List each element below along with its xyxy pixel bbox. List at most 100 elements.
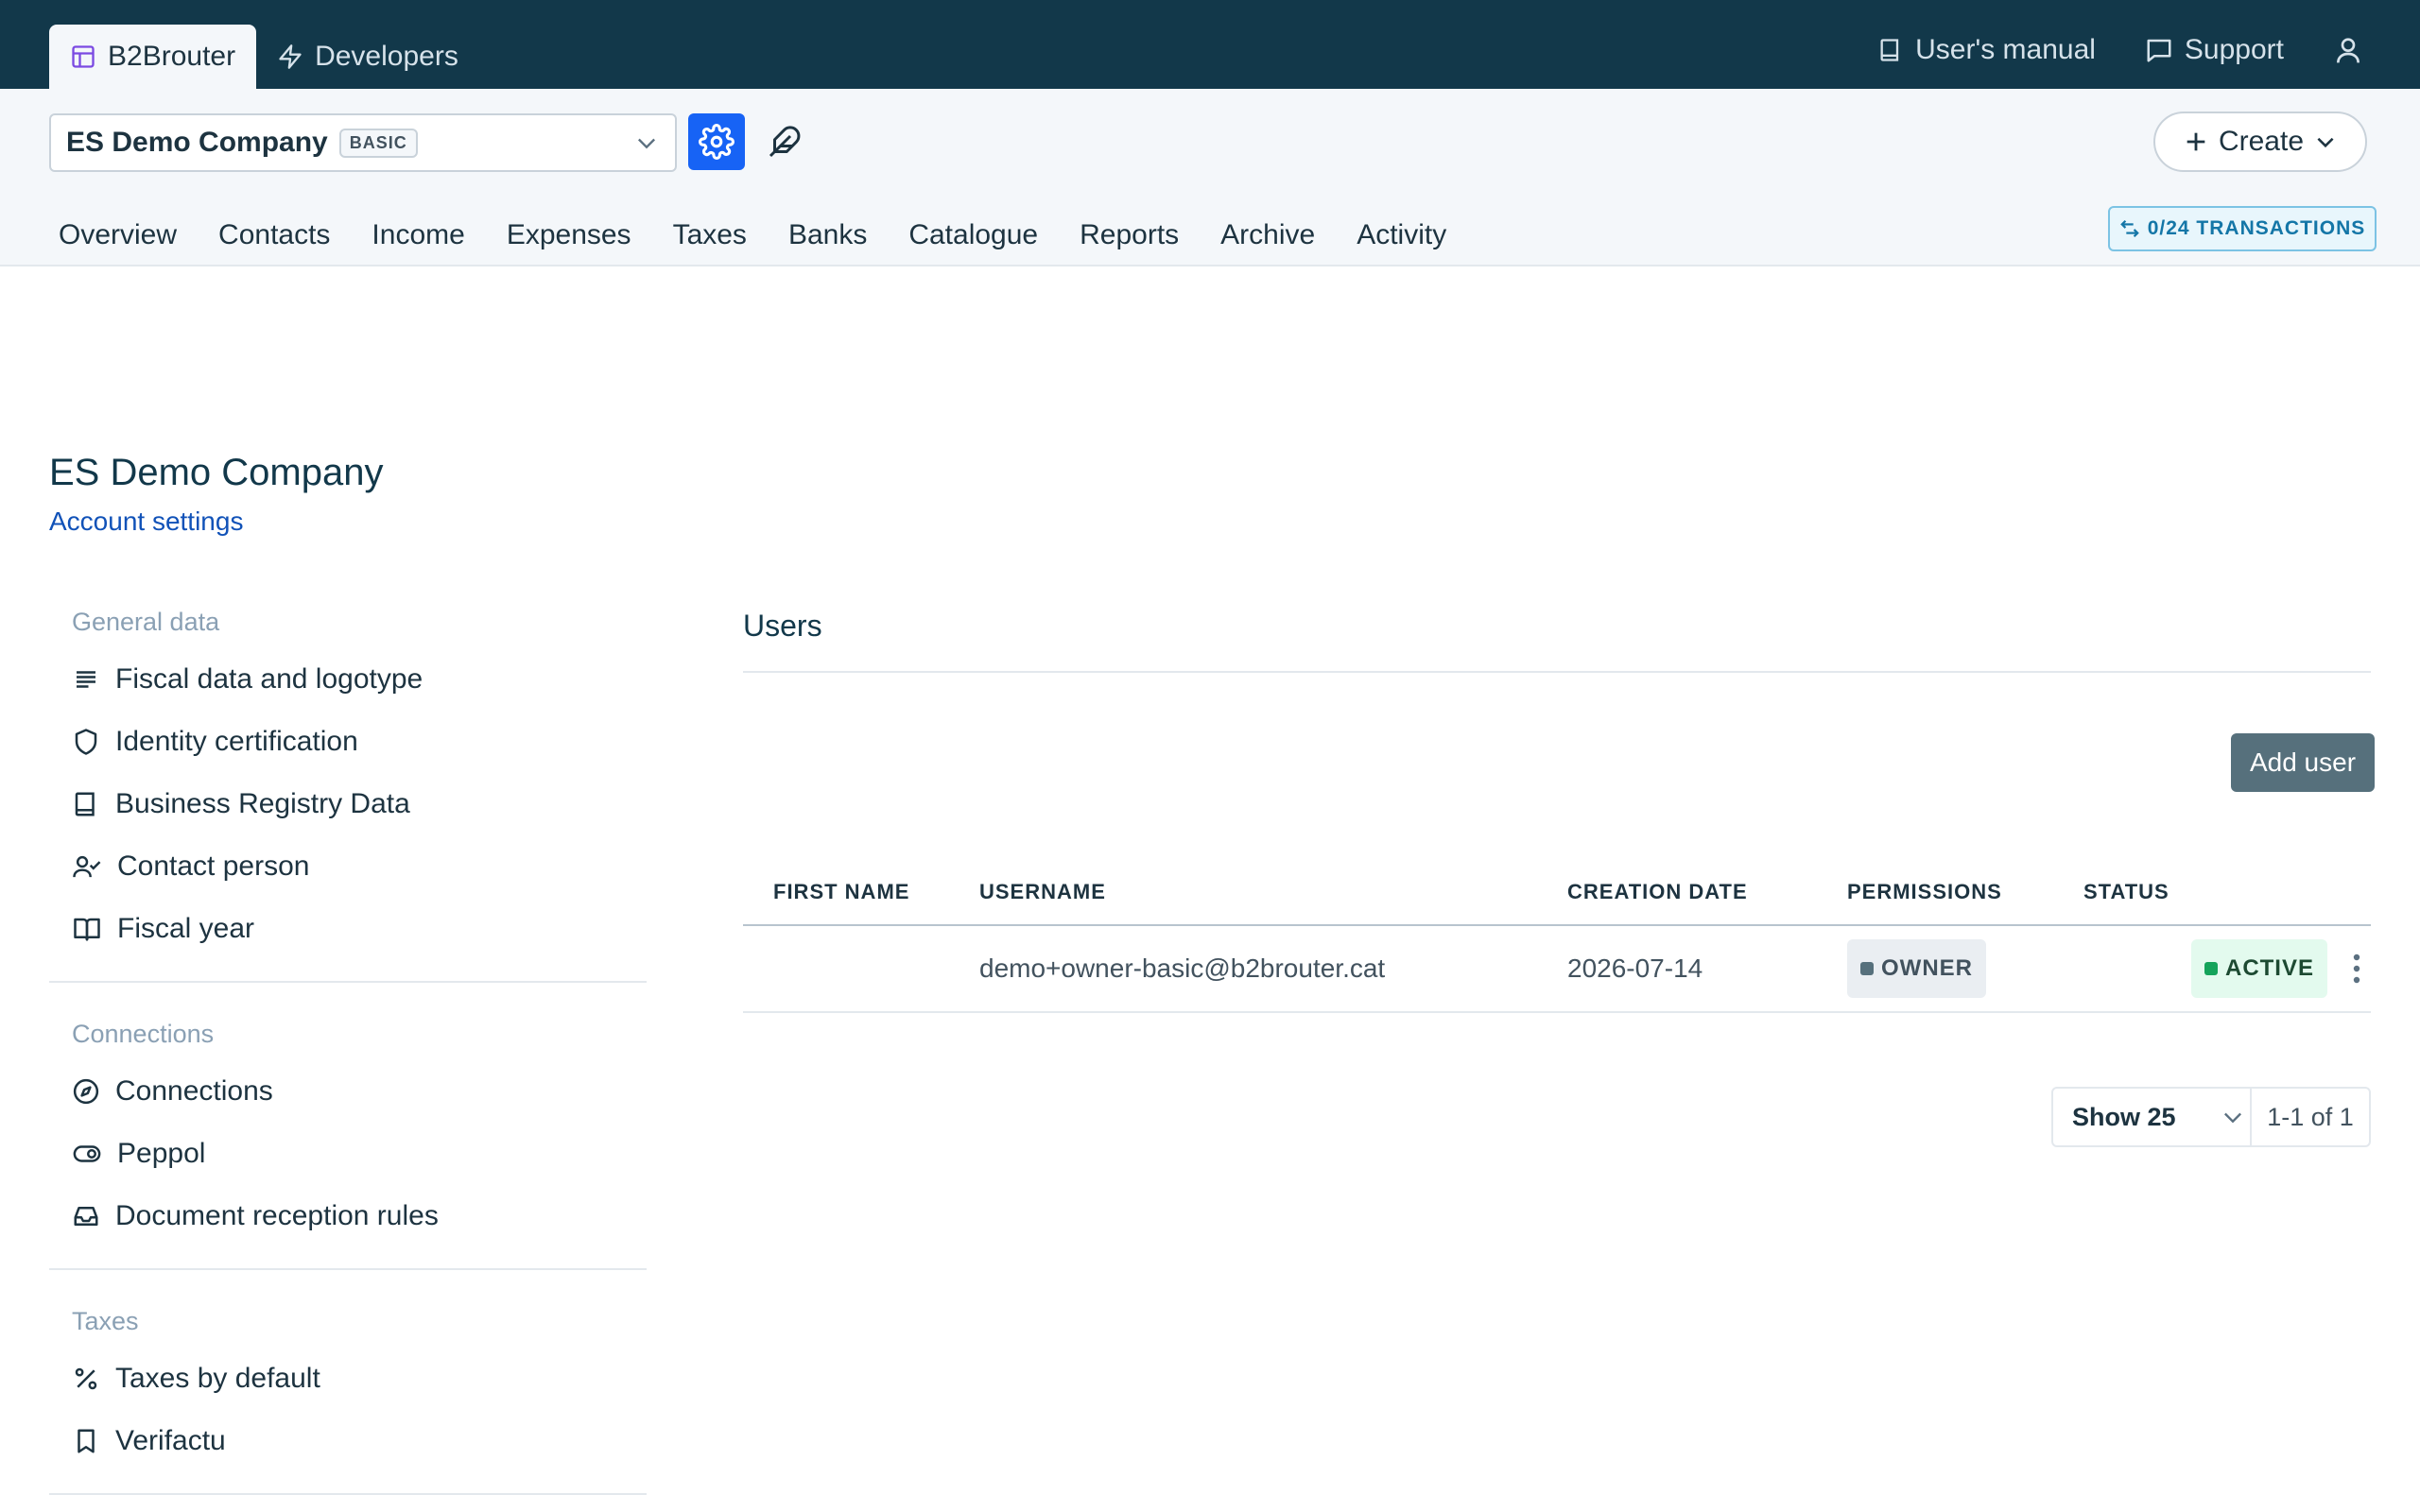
- nav-contacts[interactable]: Contacts: [198, 212, 351, 259]
- status-dot: [1860, 962, 1874, 975]
- account-settings-link[interactable]: Account settings: [49, 507, 243, 537]
- lines-icon: [72, 665, 100, 694]
- swap-arrows-icon: [2119, 218, 2140, 239]
- inbox-icon: [72, 1202, 100, 1230]
- open-book-icon: [72, 915, 102, 943]
- user-menu-button[interactable]: [2333, 34, 2363, 66]
- sidebar-section-general: General data Fiscal data and logotype Id…: [49, 595, 647, 983]
- row-actions-button[interactable]: [2342, 947, 2371, 990]
- plan-badge: BASIC: [338, 128, 418, 158]
- company-settings-button[interactable]: [688, 113, 745, 170]
- chevron-down-icon: [633, 129, 660, 156]
- column-header-status[interactable]: STATUS: [2083, 880, 2169, 904]
- compass-icon: [72, 1077, 100, 1106]
- users-panel: Users Add user FIRST NAME USERNAME CREAT…: [743, 595, 2375, 1147]
- cell-permissions: OWNER: [1847, 939, 2083, 998]
- page-size-label: Show 25: [2072, 1102, 2176, 1131]
- transactions-badge[interactable]: 0/24 TRANSACTIONS: [2108, 206, 2377, 251]
- sidebar-section-connections: Connections Connections Peppol Document …: [49, 1007, 647, 1270]
- sidebar-section-taxes: Taxes Taxes by default Verifactu: [49, 1295, 647, 1495]
- sidebar-item-verifactu[interactable]: Verifactu: [49, 1410, 647, 1472]
- sidebar-item-contact-person[interactable]: Contact person: [49, 835, 647, 898]
- column-header-username[interactable]: USERNAME: [979, 880, 1567, 904]
- chevron-down-icon: [2313, 129, 2338, 154]
- feather-button[interactable]: [764, 119, 805, 164]
- layout-icon: [70, 43, 96, 70]
- transactions-badge-label: 0/24 TRANSACTIONS: [2147, 217, 2366, 239]
- chat-icon: [2145, 36, 2173, 64]
- sidebar-item-label: Fiscal data and logotype: [115, 663, 424, 695]
- sidebar-item-business-registry[interactable]: Business Registry Data: [49, 773, 647, 835]
- create-button[interactable]: Create: [2153, 112, 2367, 172]
- sidebar-item-peppol[interactable]: Peppol: [49, 1123, 647, 1185]
- nav-activity[interactable]: Activity: [1336, 212, 1467, 259]
- percent-icon: [72, 1365, 100, 1393]
- pagination: Show 25 1-1 of 1: [2051, 1087, 2371, 1147]
- status-dot: [2204, 962, 2218, 975]
- sidebar-item-label: Document reception rules: [115, 1200, 439, 1231]
- user-check-icon: [72, 852, 102, 881]
- settings-sidebar: General data Fiscal data and logotype Id…: [49, 595, 647, 1512]
- user-icon: [2333, 34, 2363, 66]
- top-nav-left: B2Brouter Developers: [49, 25, 479, 89]
- kebab-menu-icon: [2352, 953, 2361, 985]
- pagination-range: 1-1 of 1: [2267, 1102, 2354, 1131]
- owner-badge-label: OWNER: [1881, 955, 1973, 981]
- feather-icon: [768, 125, 802, 159]
- active-badge: ACTIVE: [2190, 939, 2327, 998]
- nav-overview[interactable]: Overview: [38, 212, 198, 259]
- cell-username: demo+owner-basic@b2brouter.cat: [979, 954, 1386, 983]
- sub-header: ES Demo Company BASIC Create Overview Co…: [0, 89, 2420, 266]
- nav-reports[interactable]: Reports: [1059, 212, 1200, 259]
- nav-expenses[interactable]: Expenses: [486, 212, 652, 259]
- sidebar-item-label: Connections: [115, 1075, 273, 1107]
- support-link[interactable]: Support: [2145, 34, 2284, 66]
- sidebar-item-connections[interactable]: Connections: [49, 1060, 647, 1123]
- column-header-first-name[interactable]: FIRST NAME: [743, 880, 979, 904]
- sidebar-item-label: Identity certification: [115, 726, 358, 757]
- owner-badge: OWNER: [1847, 939, 1986, 998]
- cell-status: ACTIVE: [2083, 939, 2371, 998]
- sidebar-item-label: Peppol: [117, 1138, 206, 1169]
- nav-archive[interactable]: Archive: [1200, 212, 1336, 259]
- book-icon: [1877, 36, 1904, 64]
- column-header-creation-date[interactable]: CREATION DATE: [1567, 880, 1847, 904]
- table-row[interactable]: demo+owner-basic@b2brouter.cat 2026-07-1…: [743, 926, 2371, 1013]
- sidebar-item-label: Contact person: [117, 850, 310, 882]
- tab-developers[interactable]: Developers: [256, 25, 479, 89]
- sidebar-item-label: Fiscal year: [117, 913, 255, 944]
- sidebar-item-taxes-by-default[interactable]: Taxes by default: [49, 1348, 647, 1410]
- gear-icon: [699, 124, 735, 160]
- sidebar-item-label: Taxes by default: [115, 1363, 320, 1394]
- sidebar-item-label: Business Registry Data: [115, 788, 410, 819]
- nav-taxes[interactable]: Taxes: [652, 212, 768, 259]
- users-manual-label: User's manual: [1915, 34, 2096, 65]
- company-name: ES Demo Company: [66, 127, 328, 158]
- sidebar-item-fiscal-data[interactable]: Fiscal data and logotype: [49, 648, 647, 711]
- top-nav-right: User's manual Support: [1877, 34, 2363, 66]
- tab-b2brouter[interactable]: B2Brouter: [49, 25, 257, 89]
- shield-icon: [72, 728, 100, 756]
- sidebar-heading: General data: [72, 608, 220, 636]
- users-manual-link[interactable]: User's manual: [1877, 34, 2096, 66]
- add-user-button[interactable]: Add user: [2231, 733, 2375, 792]
- toggle-icon: [72, 1140, 102, 1168]
- book-icon: [72, 790, 100, 818]
- sidebar-item-document-reception-rules[interactable]: Document reception rules: [49, 1185, 647, 1247]
- top-bar: B2Brouter Developers User's manual Suppo…: [0, 0, 2420, 89]
- nav-catalogue[interactable]: Catalogue: [888, 212, 1059, 259]
- cell-creation-date: 2026-07-14: [1567, 954, 1703, 983]
- sidebar-heading: Connections: [72, 1020, 215, 1048]
- create-button-label: Create: [2218, 126, 2305, 157]
- nav-banks[interactable]: Banks: [768, 212, 888, 259]
- nav-income[interactable]: Income: [351, 212, 485, 259]
- page-size-select[interactable]: Show 25: [2053, 1089, 2252, 1145]
- company-selector[interactable]: ES Demo Company BASIC: [49, 113, 677, 172]
- sidebar-item-identity-certification[interactable]: Identity certification: [49, 711, 647, 773]
- bookmark-icon: [72, 1427, 100, 1455]
- sidebar-item-fiscal-year[interactable]: Fiscal year: [49, 898, 647, 960]
- chevron-down-icon: [2220, 1104, 2246, 1130]
- plus-icon: [2183, 129, 2209, 155]
- active-badge-label: ACTIVE: [2224, 955, 2314, 981]
- column-header-permissions[interactable]: PERMISSIONS: [1847, 880, 2083, 904]
